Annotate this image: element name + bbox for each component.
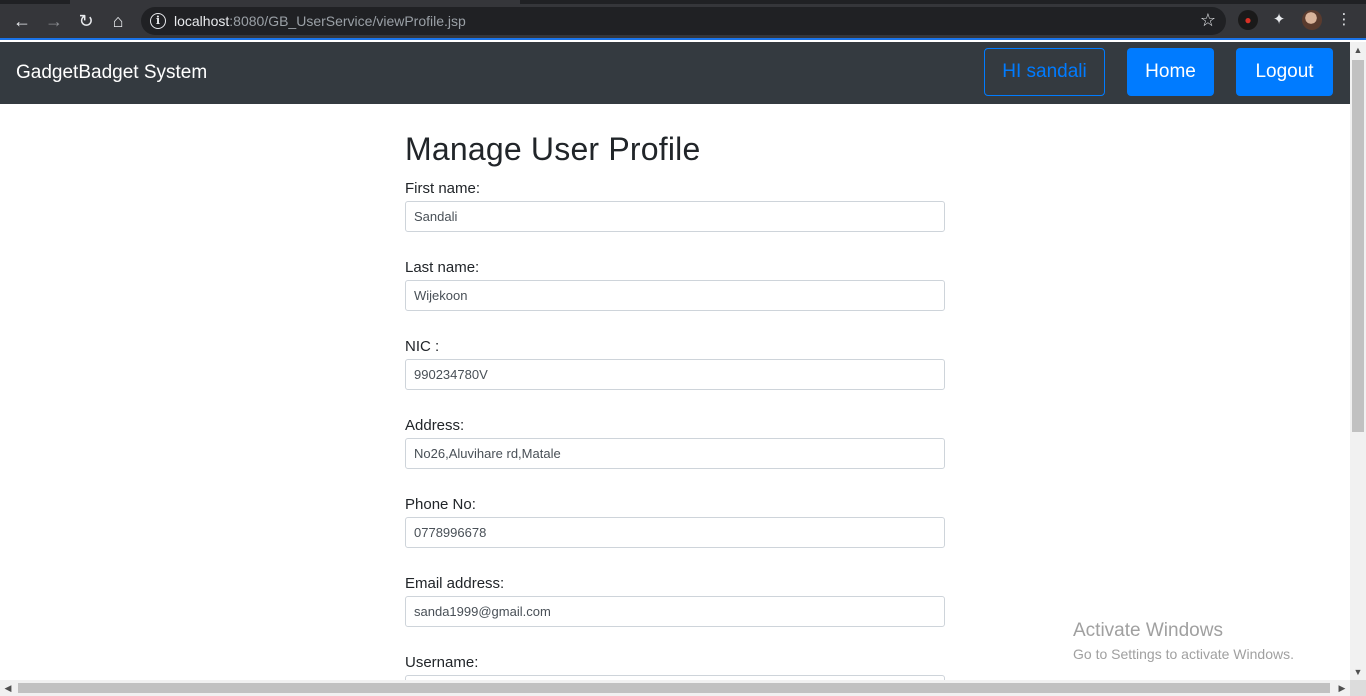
scroll-up-icon[interactable]: ▲ (1350, 42, 1366, 58)
page-title: Manage User Profile (405, 131, 701, 167)
email-group: Email address: sanda1999@gmail.com (405, 574, 945, 627)
home-button[interactable]: Home (1127, 48, 1214, 96)
url-host: localhost (174, 13, 230, 29)
url-path: :8080/GB_UserService/viewProfile.jsp (229, 13, 466, 29)
email-input[interactable]: sanda1999@gmail.com (405, 596, 945, 627)
first-name-group: First name: Sandali (405, 179, 945, 232)
forward-arrow-icon[interactable]: → (40, 8, 68, 34)
last-name-input[interactable]: Wijekoon (405, 280, 945, 311)
extension-icon[interactable]: ● (1238, 10, 1258, 30)
first-name-label: First name: (405, 180, 481, 197)
horizontal-scroll-thumb[interactable] (18, 683, 1330, 693)
phone-input[interactable]: 0778996678 (405, 517, 945, 548)
puzzle-extensions-icon[interactable]: ✦ (1269, 10, 1289, 30)
address-label: Address: (405, 417, 465, 434)
browser-toolbar: ← → ↻ ⌂ i localhost:8080/GB_UserService/… (0, 0, 1366, 40)
active-tab[interactable] (70, 0, 520, 4)
brand-title[interactable]: GadgetBadget System (16, 62, 207, 84)
url-text[interactable]: localhost:8080/GB_UserService/viewProfil… (174, 13, 466, 29)
site-info-icon[interactable]: i (150, 13, 166, 29)
logout-button[interactable]: Logout (1236, 48, 1333, 96)
nic-input[interactable]: 990234780V (405, 359, 945, 390)
address-input[interactable]: No26,Aluvihare rd,Matale (405, 438, 945, 469)
horizontal-scrollbar[interactable]: ◀ ▶ (0, 680, 1350, 696)
username-label: Username: (405, 654, 479, 671)
home-icon[interactable]: ⌂ (104, 8, 132, 34)
scrollbar-corner (1350, 680, 1366, 696)
menu-kebab-icon[interactable]: ⋮ (1334, 10, 1354, 30)
profile-avatar[interactable] (1302, 10, 1322, 30)
back-arrow-icon[interactable]: ← (8, 8, 36, 34)
reload-icon[interactable]: ↻ (72, 8, 100, 34)
app-navbar: GadgetBadget System HI sandali Home Logo… (0, 42, 1350, 104)
nic-label: NIC : (405, 338, 440, 355)
scroll-right-icon[interactable]: ▶ (1334, 680, 1350, 696)
bookmark-star-icon[interactable]: ☆ (1200, 10, 1216, 31)
scroll-left-icon[interactable]: ◀ (0, 680, 16, 696)
email-label: Email address: (405, 575, 505, 592)
phone-group: Phone No: 0778996678 (405, 495, 945, 548)
phone-label: Phone No: (405, 496, 476, 513)
watermark-subtitle: Go to Settings to activate Windows. (1073, 646, 1294, 662)
last-name-label: Last name: (405, 259, 480, 276)
vertical-scroll-thumb[interactable] (1352, 60, 1364, 432)
windows-activation-watermark: Activate Windows Go to Settings to activ… (1073, 620, 1294, 662)
last-name-group: Last name: Wijekoon (405, 258, 945, 311)
nic-group: NIC : 990234780V (405, 337, 945, 390)
scroll-down-icon[interactable]: ▼ (1350, 664, 1366, 680)
vertical-scrollbar[interactable]: ▲ ▼ (1350, 42, 1366, 680)
address-bar[interactable]: i localhost:8080/GB_UserService/viewProf… (141, 7, 1226, 35)
address-group: Address: No26,Aluvihare rd,Matale (405, 416, 945, 469)
greeting-button[interactable]: HI sandali (984, 48, 1105, 96)
first-name-input[interactable]: Sandali (405, 201, 945, 232)
tab-strip (0, 0, 1366, 4)
watermark-title: Activate Windows (1073, 620, 1223, 641)
